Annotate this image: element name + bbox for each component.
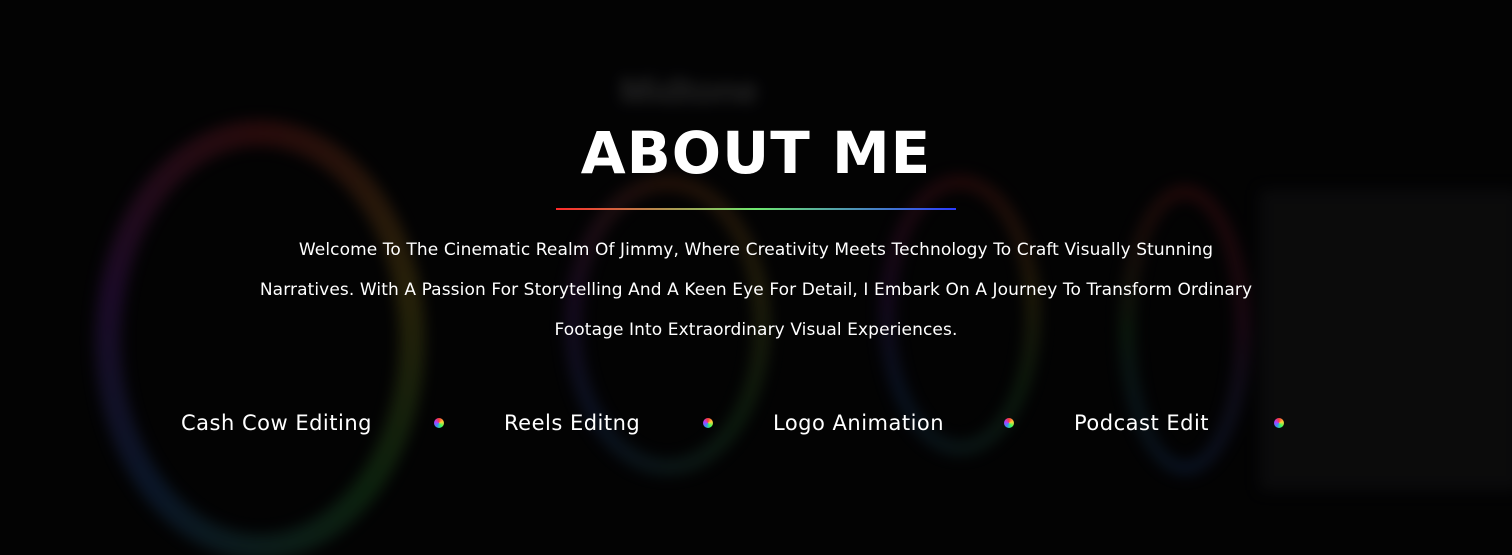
service-logo-animation: Logo Animation [773,411,945,435]
rainbow-dot-icon [1274,418,1284,428]
service-podcast-edit: Podcast Edit [1074,411,1210,435]
service-reels-editing: Reels Editng [504,411,641,435]
section-title: ABOUT ME [580,119,932,187]
rainbow-dot-icon [703,418,713,428]
about-content: ABOUT ME Welcome To The Cinematic Realm … [0,0,1512,555]
about-section: Midtone ABOUT ME Welcome To The Cinemati… [0,0,1512,555]
about-paragraph: Welcome To The Cinematic Realm Of Jimmy,… [259,240,1253,340]
service-cash-cow-editing: Cash Cow Editing [181,411,372,435]
title-underline [556,208,956,210]
rainbow-dot-icon [434,418,444,428]
services-list: Cash Cow Editing Reels Editng Logo Anima… [0,405,1512,441]
rainbow-dot-icon [1004,418,1014,428]
